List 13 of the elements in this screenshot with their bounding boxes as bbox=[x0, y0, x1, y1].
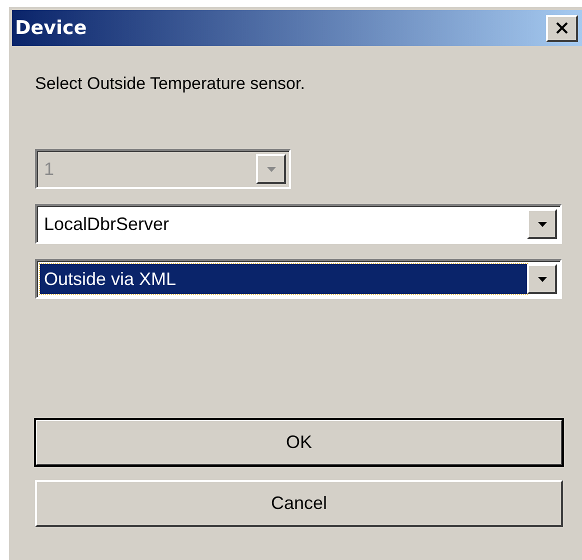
ok-button[interactable]: OK bbox=[35, 419, 563, 466]
dropdown-field[interactable]: LocalDbrServer bbox=[35, 204, 562, 244]
caret-icon bbox=[538, 276, 546, 282]
window-title: Device bbox=[15, 17, 87, 39]
close-button[interactable] bbox=[546, 14, 578, 42]
close-icon bbox=[555, 22, 569, 34]
dropdown-button[interactable] bbox=[527, 264, 557, 294]
dropdown-button[interactable] bbox=[527, 209, 557, 239]
caret-icon bbox=[266, 166, 276, 172]
cancel-button[interactable]: Cancel bbox=[35, 480, 563, 527]
dropdown-field[interactable]: Outside via XML bbox=[35, 259, 562, 299]
caret-icon bbox=[538, 222, 546, 226]
instruction-text: Select Outside Temperature sensor. bbox=[35, 74, 306, 94]
